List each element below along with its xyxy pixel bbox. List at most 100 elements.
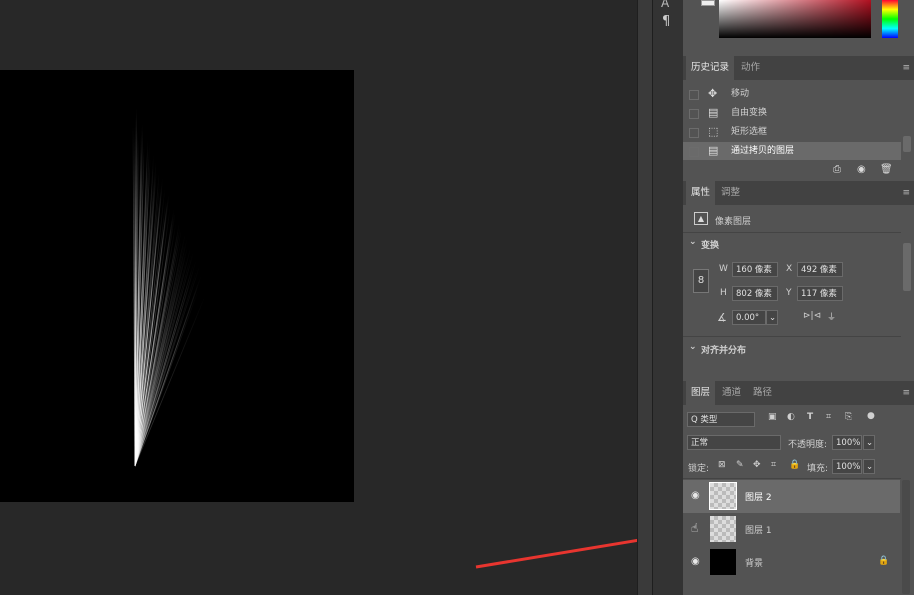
- visibility-eye-icon[interactable]: ◉: [691, 490, 700, 501]
- tab-properties[interactable]: 属性: [686, 181, 716, 205]
- properties-panel: 属性 调整 ≡ ▲ 像素图层 ⌄ 变换 8 W 160 像素 X 492 像素 …: [683, 181, 914, 378]
- document-canvas[interactable]: [0, 70, 354, 502]
- document-icon: ▤: [708, 144, 719, 157]
- history-item-label: 矩形选框: [731, 127, 768, 137]
- history-item[interactable]: ▤ 自由变换: [683, 104, 901, 122]
- layer-name[interactable]: 图层 2: [745, 490, 772, 503]
- divider: [683, 478, 901, 479]
- history-item[interactable]: ✥ 移动: [683, 85, 901, 103]
- x-input[interactable]: 492 像素: [797, 262, 843, 277]
- history-panel: 历史记录 动作 ≡ ✥ 移动 ▤ 自由变换 ⬚ 矩形选框 ▤ 通过拷贝的图层 ⎙…: [683, 56, 914, 181]
- history-checkbox[interactable]: [689, 109, 699, 119]
- height-label: H: [720, 288, 727, 298]
- flip-vertical-icon[interactable]: ⏚: [827, 310, 836, 323]
- fill-input[interactable]: 100%: [832, 459, 862, 474]
- hamburger-icon[interactable]: ≡: [902, 388, 910, 398]
- lock-transparent-icon[interactable]: ⊠: [718, 460, 726, 470]
- lock-image-icon[interactable]: ✎: [736, 460, 744, 470]
- hamburger-icon[interactable]: ≡: [902, 188, 910, 198]
- layer-row[interactable]: ☝ 图层 1: [683, 513, 900, 546]
- color-panel: [683, 0, 914, 52]
- opacity-dropdown-icon[interactable]: ⌄: [863, 435, 875, 450]
- foreground-swatch[interactable]: [701, 0, 715, 6]
- tab-actions[interactable]: 动作: [736, 56, 765, 80]
- opacity-label: 不透明度:: [788, 440, 828, 450]
- transform-chevron-icon[interactable]: ⌄: [689, 237, 697, 247]
- lock-position-icon[interactable]: ✥: [753, 460, 761, 470]
- marquee-icon: ⬚: [708, 125, 719, 138]
- history-checkbox[interactable]: [689, 90, 699, 100]
- tab-layers[interactable]: 图层: [686, 381, 716, 405]
- layer-thumbnail: [710, 516, 736, 542]
- divider: [683, 232, 901, 233]
- fill-label: 填充:: [807, 464, 829, 474]
- divider: [683, 336, 901, 337]
- layer-name[interactable]: 背景: [745, 556, 763, 569]
- opacity-input[interactable]: 100%: [832, 435, 862, 450]
- new-snapshot-icon[interactable]: ⎙: [833, 164, 841, 175]
- history-item-label: 自由变换: [731, 108, 768, 118]
- angle-input[interactable]: 0.00°: [732, 310, 766, 325]
- side-icon-strip: A ¶: [652, 0, 684, 595]
- history-item-label: 移动: [731, 89, 750, 99]
- light-streak-image: [132, 107, 206, 467]
- adjustment-filter-icon[interactable]: ◐: [787, 412, 795, 422]
- width-label: W: [719, 264, 728, 274]
- align-section-title[interactable]: 对齐并分布: [701, 343, 746, 356]
- angle-dropdown-chevron-icon[interactable]: ⌄: [766, 310, 778, 325]
- move-icon: ✥: [708, 87, 718, 100]
- lock-artboard-icon[interactable]: ⌗: [771, 460, 776, 470]
- color-field[interactable]: [719, 0, 871, 38]
- tab-history[interactable]: 历史记录: [686, 56, 735, 80]
- width-input[interactable]: 160 像素: [732, 262, 778, 277]
- layers-scrollbar[interactable]: [902, 480, 910, 594]
- hamburger-icon[interactable]: ≡: [902, 63, 910, 73]
- lock-icon: 🔒: [878, 556, 890, 566]
- x-label: X: [786, 264, 793, 274]
- history-item-label: 通过拷贝的图层: [731, 146, 795, 156]
- link-icon[interactable]: 8: [693, 269, 709, 293]
- hue-slider[interactable]: [882, 0, 898, 38]
- camera-icon[interactable]: ◉: [857, 164, 866, 175]
- history-checkbox[interactable]: [689, 147, 699, 157]
- layer-row[interactable]: ◉ 背景 🔒: [683, 546, 900, 579]
- trash-icon[interactable]: 🗑: [880, 164, 893, 175]
- fill-dropdown-icon[interactable]: ⌄: [863, 459, 875, 474]
- layer-row-selected[interactable]: ◉ 图层 2: [683, 480, 900, 513]
- y-label: Y: [786, 288, 792, 298]
- shape-filter-icon[interactable]: ⌗: [826, 412, 831, 422]
- height-input[interactable]: 802 像素: [732, 286, 778, 301]
- layer-thumbnail: [709, 482, 737, 510]
- layer-filter-select[interactable]: Q 类型: [687, 412, 755, 427]
- lock-all-icon[interactable]: 🔒: [789, 460, 800, 470]
- flip-horizontal-icon[interactable]: ⊳|⊲: [803, 311, 821, 321]
- layer-name[interactable]: 图层 1: [745, 523, 772, 536]
- layer-thumbnail: [710, 549, 736, 575]
- history-checkbox[interactable]: [689, 128, 699, 138]
- layer-type-label: 像素图层: [715, 217, 752, 227]
- type-filter-icon[interactable]: T: [807, 412, 813, 422]
- align-chevron-icon[interactable]: ⌄: [689, 342, 697, 352]
- tab-channels[interactable]: 通道: [717, 381, 746, 405]
- filter-toggle-icon[interactable]: ●: [867, 411, 875, 421]
- transform-section-title[interactable]: 变换: [701, 238, 719, 251]
- history-scrollbar[interactable]: [903, 136, 911, 152]
- hand-cursor-icon[interactable]: ☝: [691, 521, 698, 535]
- tab-adjustments[interactable]: 调整: [716, 181, 745, 205]
- lock-label: 锁定:: [688, 464, 710, 474]
- angle-icon: ∡: [717, 311, 727, 324]
- properties-scrollbar[interactable]: [903, 243, 911, 291]
- history-item-selected[interactable]: ▤ 通过拷贝的图层: [683, 142, 901, 160]
- character-icon[interactable]: A: [661, 0, 669, 10]
- history-item[interactable]: ⬚ 矩形选框: [683, 123, 901, 141]
- panel-collapse-strip: [637, 0, 652, 595]
- document-icon: ▤: [708, 106, 719, 119]
- visibility-eye-icon[interactable]: ◉: [691, 556, 700, 567]
- y-input[interactable]: 117 像素: [797, 286, 843, 301]
- pixel-layer-icon: ▲: [694, 212, 708, 225]
- smart-object-filter-icon[interactable]: ⎘: [845, 412, 852, 422]
- blend-mode-select[interactable]: 正常: [687, 435, 781, 450]
- image-filter-icon[interactable]: ▣: [768, 412, 777, 422]
- paragraph-icon[interactable]: ¶: [662, 14, 670, 29]
- tab-paths[interactable]: 路径: [748, 381, 777, 405]
